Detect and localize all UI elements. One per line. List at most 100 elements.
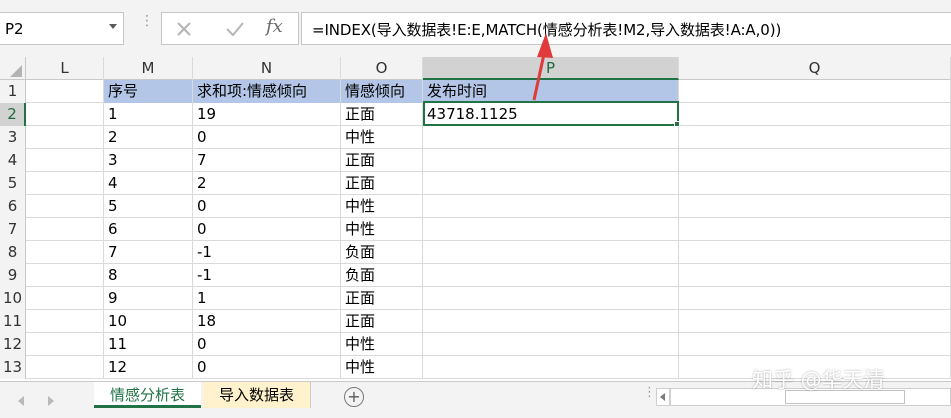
cell-m13[interactable]: 12 — [104, 356, 193, 379]
name-box[interactable]: P2 — [0, 12, 124, 45]
sheet-tab-import[interactable]: 导入数据表 — [203, 382, 311, 408]
cell-o2[interactable]: 正面 — [341, 103, 423, 126]
cell-l13[interactable] — [26, 356, 104, 379]
cell-l2[interactable] — [26, 103, 104, 126]
cell-q8[interactable] — [679, 241, 951, 264]
column-header-q[interactable]: Q — [679, 57, 951, 80]
cell-l7[interactable] — [26, 218, 104, 241]
column-header-o[interactable]: O — [341, 57, 423, 80]
cell-m2[interactable]: 1 — [104, 103, 193, 126]
cell-m9[interactable]: 8 — [104, 264, 193, 287]
column-header-n[interactable]: N — [193, 57, 341, 80]
cell-l6[interactable] — [26, 195, 104, 218]
cell-q5[interactable] — [679, 172, 951, 195]
add-sheet-button[interactable]: + — [344, 387, 364, 407]
cell-o11[interactable]: 正面 — [341, 310, 423, 333]
cell-q10[interactable] — [679, 287, 951, 310]
column-header-l[interactable]: L — [26, 57, 104, 80]
cell-p5[interactable] — [423, 172, 679, 195]
cell-l11[interactable] — [26, 310, 104, 333]
cell-n7[interactable]: 0 — [193, 218, 341, 241]
row-header[interactable]: 12 — [0, 333, 26, 356]
row-header[interactable]: 8 — [0, 241, 26, 264]
cell-p3[interactable] — [423, 126, 679, 149]
cell-m7[interactable]: 6 — [104, 218, 193, 241]
cell-n1[interactable]: 求和项:情感倾向 — [193, 80, 341, 103]
cell-m6[interactable]: 5 — [104, 195, 193, 218]
scroll-left-icon[interactable] — [656, 388, 670, 406]
cell-q11[interactable] — [679, 310, 951, 333]
row-header[interactable]: 10 — [0, 287, 26, 310]
cell-n10[interactable]: 1 — [193, 287, 341, 310]
cancel-icon[interactable] — [174, 19, 194, 39]
cell-q4[interactable] — [679, 149, 951, 172]
cell-n13[interactable]: 0 — [193, 356, 341, 379]
cell-n9[interactable]: -1 — [193, 264, 341, 287]
cell-o1[interactable]: 情感倾向 — [341, 80, 423, 103]
cell-l3[interactable] — [26, 126, 104, 149]
cell-m3[interactable]: 2 — [104, 126, 193, 149]
cell-m11[interactable]: 10 — [104, 310, 193, 333]
cell-o4[interactable]: 正面 — [341, 149, 423, 172]
cell-p10[interactable] — [423, 287, 679, 310]
cell-n4[interactable]: 7 — [193, 149, 341, 172]
cell-o12[interactable]: 中性 — [341, 333, 423, 356]
cell-n3[interactable]: 0 — [193, 126, 341, 149]
cell-m12[interactable]: 11 — [104, 333, 193, 356]
cell-o8[interactable]: 负面 — [341, 241, 423, 264]
row-header[interactable]: 7 — [0, 218, 26, 241]
check-icon[interactable] — [224, 19, 246, 39]
select-all-icon[interactable] — [10, 65, 22, 77]
insert-function-icon[interactable]: fx — [266, 16, 283, 37]
cell-m10[interactable]: 9 — [104, 287, 193, 310]
cell-l4[interactable] — [26, 149, 104, 172]
cell-p11[interactable] — [423, 310, 679, 333]
scroll-tabs-right-icon[interactable] — [48, 396, 54, 406]
cell-n6[interactable]: 0 — [193, 195, 341, 218]
row-header[interactable]: 1 — [0, 80, 26, 103]
cell-l10[interactable] — [26, 287, 104, 310]
column-header-m[interactable]: M — [104, 57, 193, 80]
scroll-tabs-left-icon[interactable] — [18, 396, 24, 406]
row-header[interactable]: 6 — [0, 195, 26, 218]
cell-p1[interactable]: 发布时间 — [423, 80, 679, 103]
cell-n12[interactable]: 0 — [193, 333, 341, 356]
cell-m8[interactable]: 7 — [104, 241, 193, 264]
row-header[interactable]: 9 — [0, 264, 26, 287]
row-header[interactable]: 5 — [0, 172, 26, 195]
cell-q3[interactable] — [679, 126, 951, 149]
drag-handle-icon[interactable]: ⋮ — [140, 14, 154, 28]
sheet-tab-analysis[interactable]: 情感分析表 — [94, 382, 201, 408]
cell-l12[interactable] — [26, 333, 104, 356]
cell-l1[interactable] — [26, 80, 104, 103]
fill-handle[interactable] — [674, 121, 680, 127]
cell-n8[interactable]: -1 — [193, 241, 341, 264]
cell-q6[interactable] — [679, 195, 951, 218]
cell-o7[interactable]: 中性 — [341, 218, 423, 241]
cell-n11[interactable]: 18 — [193, 310, 341, 333]
row-header[interactable]: 4 — [0, 149, 26, 172]
formula-text[interactable]: =INDEX(导入数据表!E:E,MATCH(情感分析表!M2,导入数据表!A:… — [312, 19, 781, 40]
cell-p7[interactable] — [423, 218, 679, 241]
formula-input[interactable]: =INDEX(导入数据表!E:E,MATCH(情感分析表!M2,导入数据表!A:… — [301, 12, 951, 45]
cell-l5[interactable] — [26, 172, 104, 195]
row-header[interactable]: 3 — [0, 126, 26, 149]
cell-o13[interactable]: 中性 — [341, 356, 423, 379]
cell-m5[interactable]: 4 — [104, 172, 193, 195]
cell-q2[interactable] — [679, 103, 951, 126]
cell-l9[interactable] — [26, 264, 104, 287]
cell-p6[interactable] — [423, 195, 679, 218]
cell-p12[interactable] — [423, 333, 679, 356]
cell-m1[interactable]: 序号 — [104, 80, 193, 103]
column-header-p[interactable]: P — [423, 57, 679, 80]
cell-n5[interactable]: 2 — [193, 172, 341, 195]
cell-p13[interactable] — [423, 356, 679, 379]
cell-o9[interactable]: 负面 — [341, 264, 423, 287]
cell-o3[interactable]: 中性 — [341, 126, 423, 149]
row-header[interactable]: 11 — [0, 310, 26, 333]
cell-q1[interactable] — [679, 80, 951, 103]
cell-p8[interactable] — [423, 241, 679, 264]
cell-q9[interactable] — [679, 264, 951, 287]
row-header[interactable]: 2 — [0, 103, 26, 126]
splitter-handle-icon[interactable]: ⋮ — [643, 386, 656, 399]
